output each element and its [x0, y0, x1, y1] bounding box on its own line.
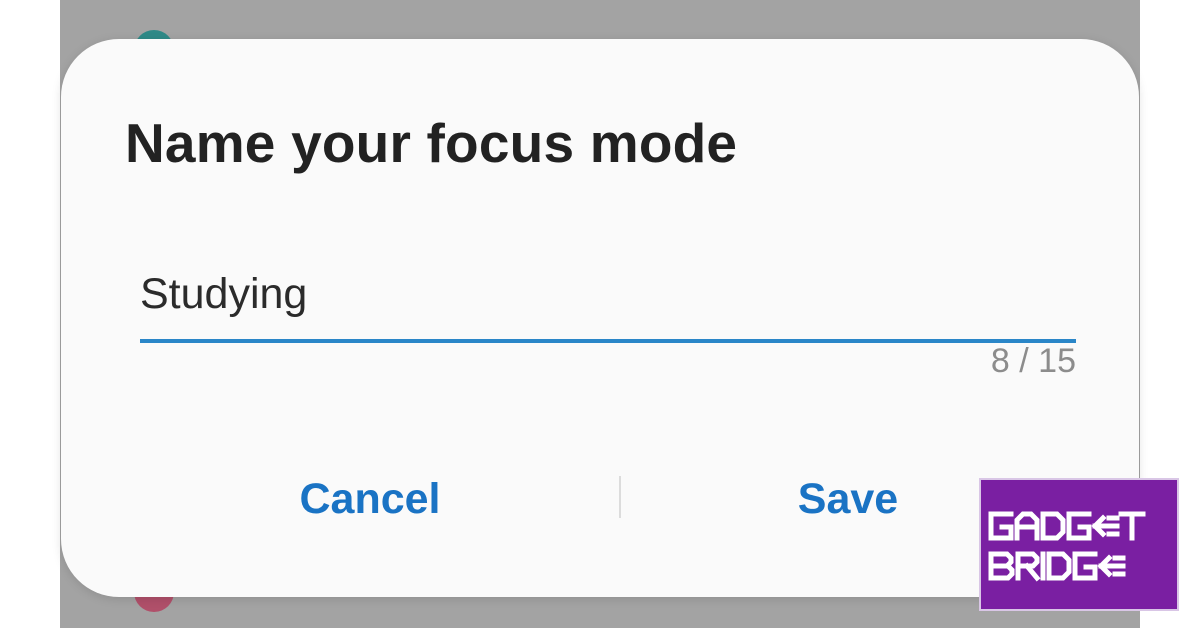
- gadget-bridge-logo: [979, 478, 1179, 611]
- cancel-button[interactable]: Cancel: [200, 467, 540, 531]
- save-button[interactable]: Save: [678, 467, 1018, 531]
- button-divider: [619, 476, 621, 518]
- focus-mode-name-value[interactable]: Studying: [140, 270, 307, 319]
- rename-focus-mode-dialog: Name your focus mode Studying 8 / 15 Can…: [61, 39, 1139, 597]
- screen: Name your focus mode Studying 8 / 15 Can…: [0, 0, 1200, 628]
- dialog-title: Name your focus mode: [125, 112, 738, 174]
- character-counter: 8 / 15: [990, 342, 1076, 380]
- gadget-bridge-logo-mark: [988, 511, 1146, 582]
- focus-mode-name-input[interactable]: Studying: [140, 259, 1076, 343]
